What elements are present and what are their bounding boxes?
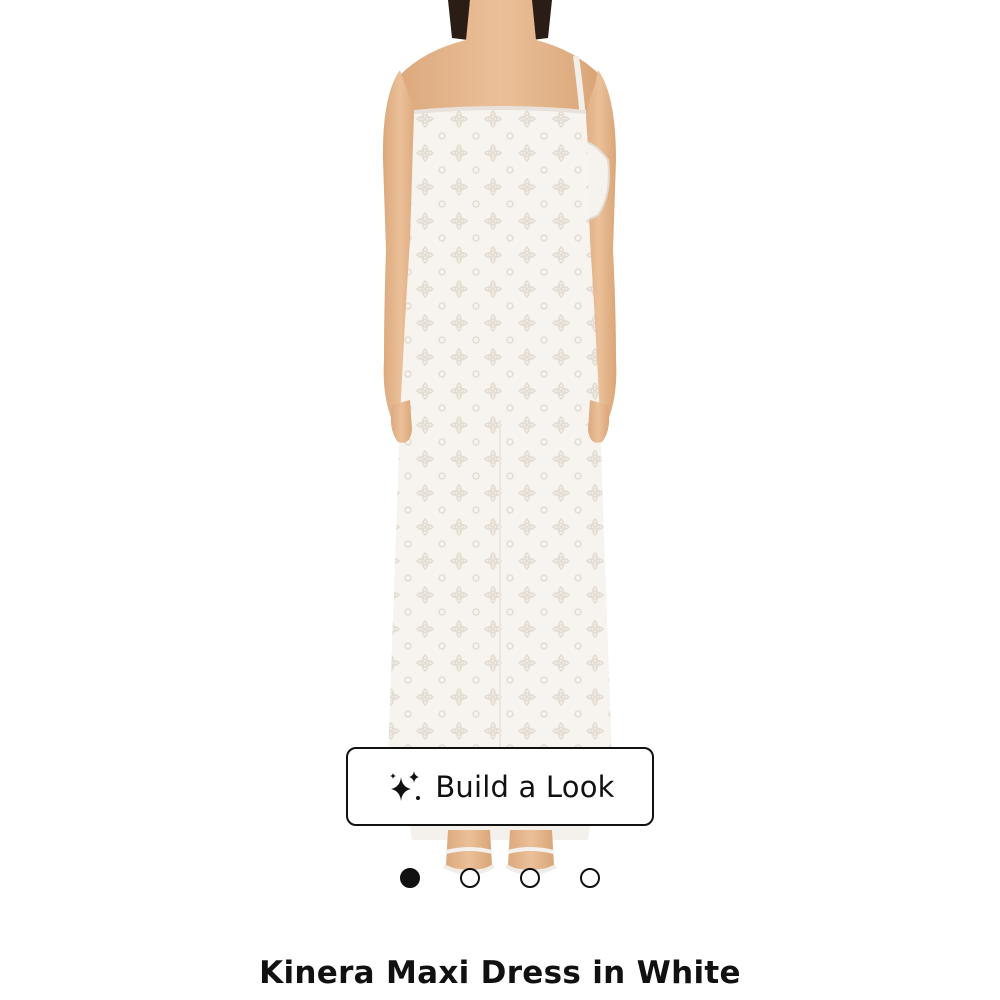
build-a-look-button[interactable]: Build a Look: [346, 747, 654, 826]
sparkles-icon: [385, 767, 425, 807]
carousel-dot-4[interactable]: [580, 868, 600, 888]
carousel-dot-3[interactable]: [520, 868, 540, 888]
image-carousel-pagination: [400, 868, 600, 890]
product-title: Kinera Maxi Dress in White: [259, 955, 741, 991]
build-a-look-label: Build a Look: [435, 769, 615, 804]
carousel-dot-1[interactable]: [400, 868, 420, 888]
carousel-dot-2[interactable]: [460, 868, 480, 888]
